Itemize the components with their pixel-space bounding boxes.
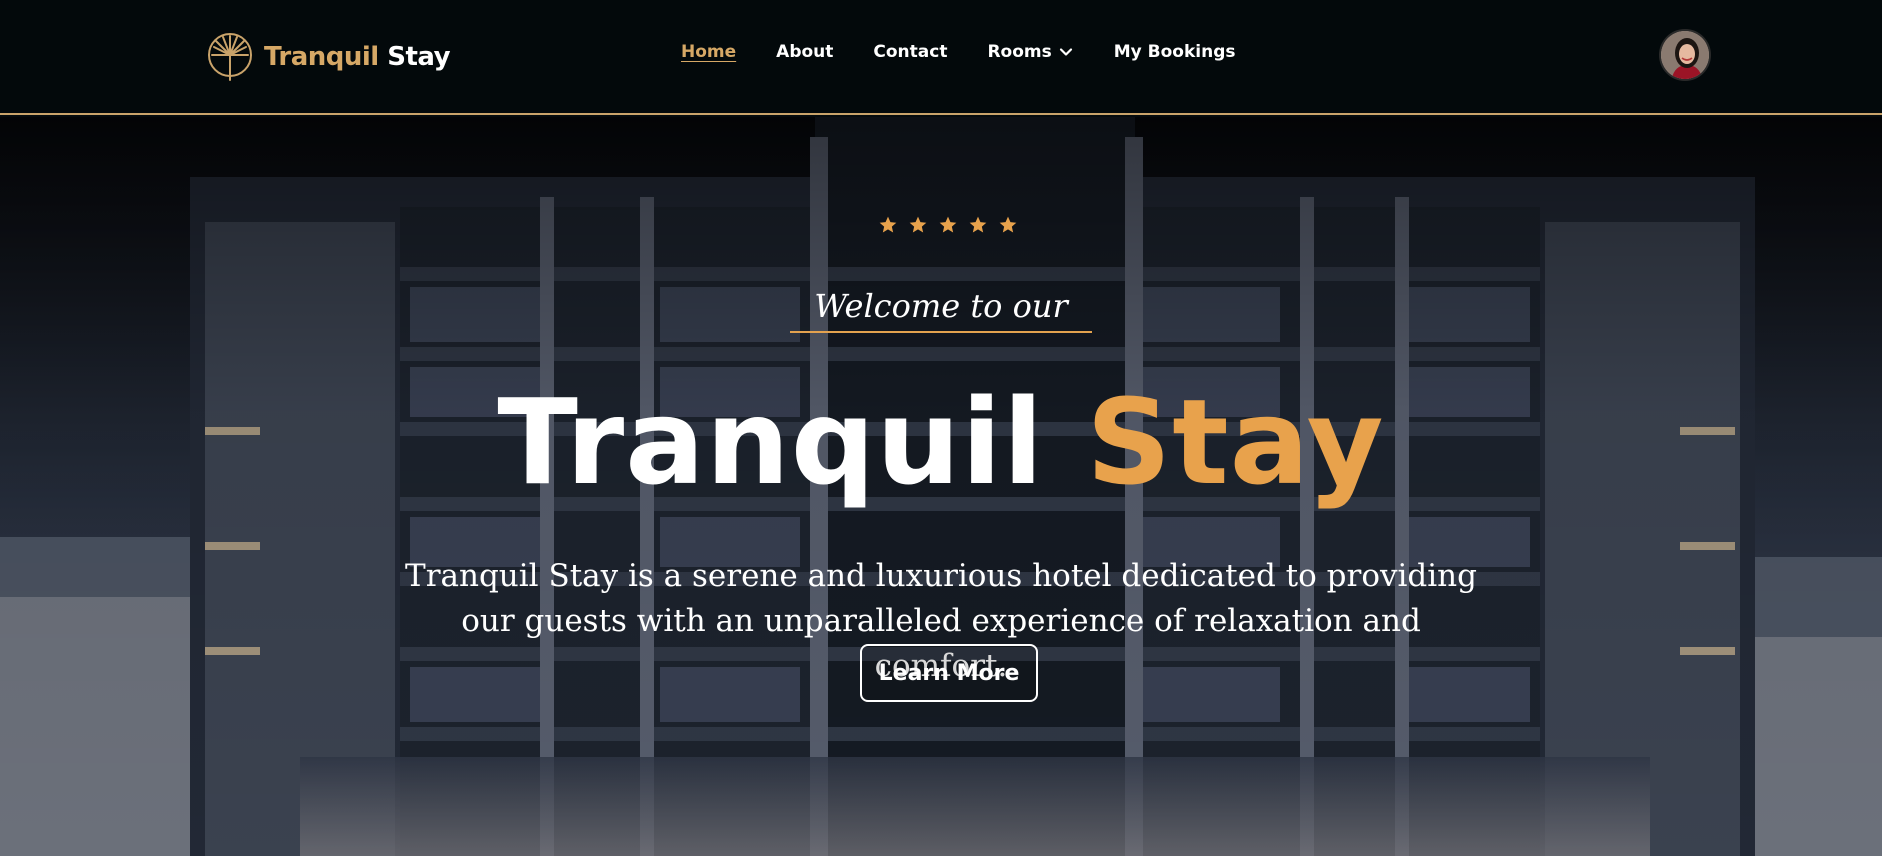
brand-name-part2: Stay bbox=[387, 42, 451, 72]
nav-rooms-label: Rooms bbox=[987, 42, 1052, 62]
nav-contact[interactable]: Contact bbox=[873, 42, 947, 62]
hero-title-part1: Tranquil bbox=[497, 373, 1045, 511]
star-icon bbox=[879, 216, 897, 233]
star-icon bbox=[909, 216, 927, 233]
welcome-heading: Welcome to our bbox=[790, 287, 1092, 333]
hero-title: Tranquil Stay bbox=[0, 373, 1882, 511]
brand-link[interactable]: Tranquil Stay bbox=[206, 32, 451, 82]
nav-about[interactable]: About bbox=[776, 42, 833, 62]
palm-tree-icon bbox=[208, 33, 252, 81]
hero-section: Welcome to our Tranquil Stay Tranquil St… bbox=[0, 117, 1882, 856]
star-icon bbox=[999, 216, 1017, 233]
welcome-heading-wrap: Welcome to our bbox=[0, 287, 1882, 333]
user-avatar[interactable] bbox=[1659, 29, 1711, 81]
nav-my-bookings[interactable]: My Bookings bbox=[1114, 42, 1236, 62]
main-nav: Home About Contact Rooms My Bookings bbox=[681, 42, 1236, 62]
brand-name-part1: Tranquil bbox=[264, 42, 379, 72]
navbar: Tranquil Stay Home About Contact Rooms M… bbox=[0, 0, 1882, 115]
brand-name: Tranquil Stay bbox=[264, 42, 451, 72]
nav-home[interactable]: Home bbox=[681, 42, 736, 62]
hero-title-part2: Stay bbox=[1086, 373, 1385, 511]
star-rating bbox=[878, 215, 1018, 235]
star-icon bbox=[969, 216, 987, 233]
chevron-down-icon bbox=[1059, 48, 1072, 56]
nav-rooms-dropdown[interactable]: Rooms bbox=[987, 42, 1073, 62]
user-avatar-image bbox=[1661, 31, 1709, 79]
star-icon bbox=[939, 216, 957, 233]
learn-more-button[interactable]: Learn More bbox=[860, 644, 1038, 702]
